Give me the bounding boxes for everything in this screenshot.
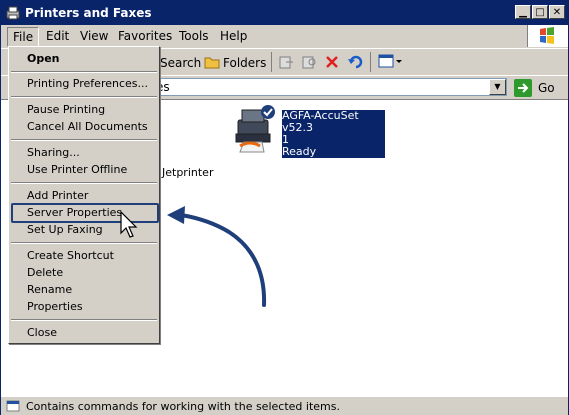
menu-help[interactable]: Help: [220, 29, 247, 43]
menu-bar: File Edit View Favorites Tools Help: [1, 26, 568, 47]
menu-add-printer-label: Add Printer: [27, 189, 89, 202]
menu-pause-printing-label: Pause Printing: [27, 103, 106, 116]
go-button[interactable]: Go: [512, 78, 564, 98]
close-button[interactable]: ✕: [549, 5, 565, 19]
menu-rename-label: Rename: [27, 283, 73, 296]
status-text: Contains commands for working with the s…: [26, 400, 340, 413]
menu-separator: [11, 242, 157, 244]
mouse-cursor-icon: [120, 211, 138, 238]
toolbar-separator: [271, 52, 272, 72]
menu-separator: [11, 71, 157, 73]
move-to-icon[interactable]: [278, 54, 294, 70]
window-title: Printers and Faxes: [25, 6, 152, 20]
menu-use-printer-offline-label: Use Printer Offline: [27, 163, 128, 176]
maximize-button[interactable]: □: [532, 5, 548, 19]
status-bar: Contains commands for working with the s…: [1, 396, 568, 415]
menu-properties-label: Properties: [27, 300, 83, 313]
menu-sharing-label: Sharing...: [27, 146, 80, 159]
explorer-window: Printers and Faxes ▁ □ ✕ File Edit View …: [0, 0, 569, 415]
menu-close-label: Close: [27, 326, 57, 339]
title-bar[interactable]: Printers and Faxes ▁ □ ✕: [1, 1, 568, 25]
menu-favorites[interactable]: Favorites: [118, 29, 172, 43]
menu-rename[interactable]: Rename: [9, 281, 159, 298]
printer-name: AGFA-AccuSet v52.3: [282, 109, 359, 134]
search-button[interactable]: Search: [160, 56, 201, 70]
menu-pause-printing[interactable]: Pause Printing: [9, 101, 159, 118]
copy-to-icon[interactable]: [301, 54, 317, 70]
menu-open[interactable]: Open: [9, 50, 159, 67]
menu-printing-preferences[interactable]: Printing Preferences...: [9, 75, 159, 92]
jetprinter-label[interactable]: Jetprinter: [162, 166, 213, 179]
views-icon[interactable]: [378, 54, 404, 70]
menu-cancel-all-documents-label: Cancel All Documents: [27, 120, 148, 133]
menu-separator: [11, 96, 157, 98]
menu-separator: [11, 319, 157, 321]
printer-status: Ready: [282, 145, 317, 158]
folders-button[interactable]: Folders: [223, 56, 266, 70]
printer-icon[interactable]: [230, 104, 280, 156]
menu-separator: [11, 182, 157, 184]
menu-sharing[interactable]: Sharing...: [9, 144, 159, 161]
menu-add-printer[interactable]: Add Printer: [9, 187, 159, 204]
go-arrow-icon: [514, 79, 532, 97]
minimize-button[interactable]: ▁: [515, 5, 531, 19]
menu-close[interactable]: Close: [9, 324, 159, 341]
menu-delete-label: Delete: [27, 266, 64, 279]
menu-tools[interactable]: Tools: [179, 29, 209, 43]
menu-create-shortcut[interactable]: Create Shortcut: [9, 247, 159, 264]
folders-icon: [204, 57, 220, 69]
go-label: Go: [538, 81, 555, 95]
printer-label[interactable]: AGFA-AccuSet v52.3 1 Ready: [282, 110, 385, 158]
menu-file[interactable]: File: [7, 27, 40, 47]
menu-printing-preferences-label: Printing Preferences...: [27, 77, 148, 90]
undo-icon[interactable]: [347, 53, 365, 71]
windows-flag-icon: [540, 27, 554, 44]
menu-cancel-all-documents[interactable]: Cancel All Documents: [9, 118, 159, 135]
toolbar-separator-2: [370, 52, 371, 72]
menu-view[interactable]: View: [80, 29, 108, 43]
file-menu-dropdown: Open Printing Preferences... Pause Print…: [8, 46, 160, 344]
menu-open-label: Open: [27, 52, 60, 65]
address-dropdown-button[interactable]: ▼: [489, 79, 506, 95]
menu-use-printer-offline[interactable]: Use Printer Offline: [9, 161, 159, 178]
menu-delete[interactable]: Delete: [9, 264, 159, 281]
menu-properties[interactable]: Properties: [9, 298, 159, 315]
menu-create-shortcut-label: Create Shortcut: [27, 249, 114, 262]
address-input[interactable]: es: [151, 78, 507, 96]
menu-set-up-faxing-label: Set Up Faxing: [27, 223, 103, 236]
status-info-icon: [6, 400, 20, 412]
printer-folder-icon: [6, 6, 20, 20]
menu-edit[interactable]: Edit: [46, 29, 69, 43]
menu-separator: [11, 139, 157, 141]
delete-icon[interactable]: [324, 54, 340, 70]
annotation-arrow: [167, 206, 267, 307]
windows-logo: [527, 25, 568, 47]
